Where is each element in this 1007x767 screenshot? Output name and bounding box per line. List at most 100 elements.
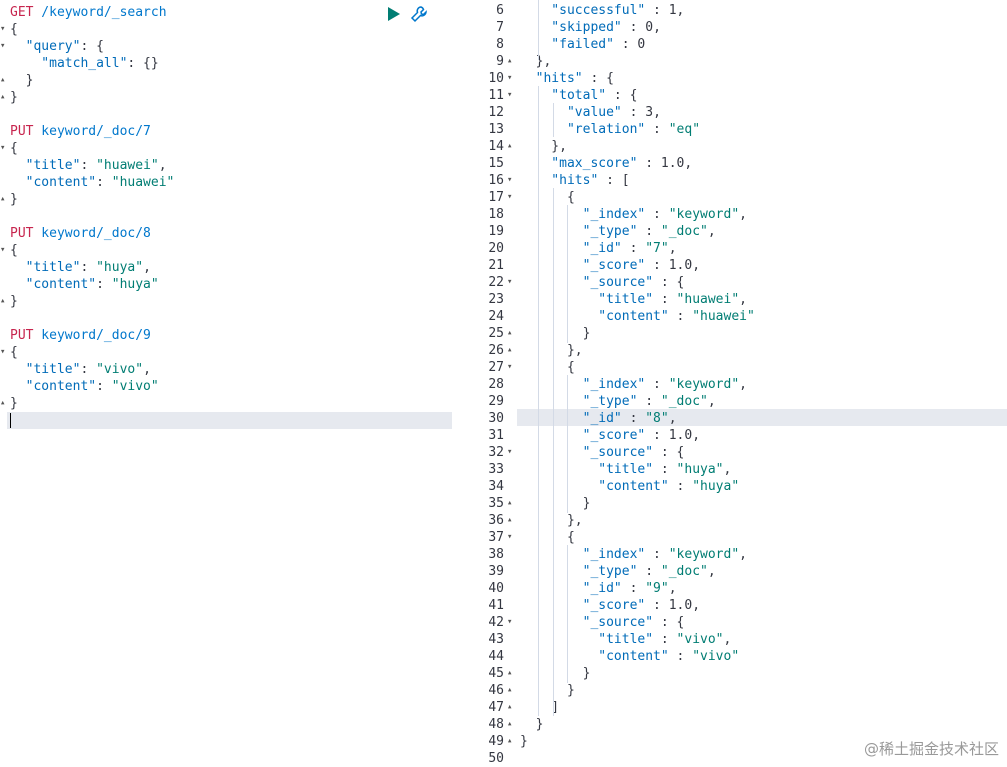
code-token: ,	[707, 394, 716, 409]
line-number: 7	[496, 20, 504, 35]
code-token: :	[96, 277, 112, 292]
code-token: }	[10, 396, 18, 411]
fold-toggle-icon[interactable]: ▴	[0, 191, 8, 208]
code-token: :	[653, 462, 677, 477]
code-token: GET	[10, 5, 34, 20]
code-token: ,	[723, 462, 732, 477]
fold-toggle-icon[interactable]: ▴	[507, 733, 515, 750]
code-token: : {	[80, 39, 104, 54]
fold-toggle-icon[interactable]: ▴	[507, 138, 515, 155]
response-editor[interactable]: 6 "successful" : 1, 7 "skipped" : 0, 8 "fa…	[467, 0, 1007, 767]
indent-guide	[553, 103, 554, 137]
fold-toggle-icon[interactable]: ▾	[507, 529, 515, 546]
code-token: 0	[645, 20, 654, 35]
fold-toggle-icon[interactable]: ▴	[0, 72, 8, 89]
code-line: "title" : "vivo",	[520, 631, 731, 648]
code-token: ,	[653, 105, 661, 120]
fold-toggle-icon[interactable]: ▾	[507, 189, 515, 206]
code-token: "total"	[520, 88, 607, 103]
line-number: 8	[496, 37, 504, 52]
code-token: :	[613, 37, 638, 52]
code-token: {	[10, 22, 18, 37]
code-line: "content" : "huawei"	[520, 308, 755, 325]
code-token: }	[10, 73, 34, 88]
text-cursor	[10, 413, 11, 428]
code-token: keyword/_doc/8	[33, 226, 151, 241]
code-token: : {	[582, 71, 614, 86]
fold-toggle-icon[interactable]: ▾	[0, 344, 8, 361]
fold-toggle-icon[interactable]: ▴	[507, 699, 515, 716]
fold-toggle-icon[interactable]: ▾	[0, 242, 8, 259]
fold-toggle-icon[interactable]: ▾	[507, 274, 515, 291]
fold-toggle-icon[interactable]: ▴	[0, 293, 8, 310]
code-token: "content"	[10, 175, 97, 190]
fold-toggle-icon[interactable]: ▴	[507, 716, 515, 733]
code-token: "huya"	[111, 277, 159, 292]
code-token: {	[10, 345, 18, 360]
fold-toggle-icon[interactable]: ▴	[507, 325, 515, 342]
pane-divider[interactable]: ⋮	[452, 0, 920, 767]
fold-toggle-icon[interactable]: ▾	[0, 21, 8, 38]
fold-toggle-icon[interactable]: ▴	[507, 53, 515, 70]
code-token: /keyword/_search	[33, 5, 167, 20]
code-token: {	[520, 360, 575, 375]
code-token: ,	[692, 258, 701, 273]
code-token: :	[645, 428, 669, 443]
code-token: },	[520, 343, 583, 358]
code-line: }	[10, 89, 18, 106]
fold-toggle-icon[interactable]: ▴	[507, 682, 515, 699]
code-token: "_doc"	[660, 224, 708, 239]
fold-toggle-icon[interactable]: ▾	[0, 140, 8, 157]
code-line: }	[520, 682, 575, 699]
fold-toggle-icon[interactable]: ▾	[507, 172, 515, 189]
code-line: {	[10, 140, 18, 157]
line-number: 43	[488, 632, 504, 647]
fold-toggle-icon[interactable]: ▴	[0, 89, 8, 106]
code-line: }	[10, 72, 34, 89]
line-number: 22	[488, 275, 504, 290]
code-token: :	[645, 258, 669, 273]
code-token: ,	[723, 632, 732, 647]
code-token: ,	[668, 241, 677, 256]
fold-toggle-icon[interactable]: ▾	[507, 444, 515, 461]
code-token: "match_all"	[10, 56, 128, 71]
code-token: "hits"	[520, 71, 583, 86]
indent-guide	[567, 545, 568, 683]
fold-toggle-icon[interactable]: ▾	[0, 38, 8, 55]
line-number: 16	[488, 173, 504, 188]
code-token: :	[645, 377, 669, 392]
line-number: 31	[488, 428, 504, 443]
fold-toggle-icon[interactable]: ▴	[0, 395, 8, 412]
fold-toggle-icon[interactable]: ▾	[507, 87, 515, 104]
code-token: },	[520, 54, 552, 69]
watermark: @稀土掘金技术社区	[863, 740, 999, 758]
line-number: 11	[488, 88, 504, 103]
line-number: 44	[488, 649, 504, 664]
fold-toggle-icon[interactable]: ▾	[507, 70, 515, 87]
code-token: }	[520, 326, 591, 341]
code-token: "huya"	[692, 479, 740, 494]
line-number: 34	[488, 479, 504, 494]
line-number: 49	[488, 734, 504, 749]
code-line: "_type" : "_doc",	[520, 223, 716, 240]
fold-toggle-icon[interactable]: ▴	[507, 665, 515, 682]
fold-toggle-icon[interactable]: ▴	[507, 342, 515, 359]
request-editor[interactable]: GET /keyword/_search ▾{▾ "query": { "matc…	[0, 0, 452, 767]
code-token: :	[96, 175, 112, 190]
line-number: 29	[488, 394, 504, 409]
code-token: "9"	[645, 581, 669, 596]
code-token: :	[645, 122, 669, 137]
code-token: ,	[739, 292, 747, 307]
fold-toggle-icon[interactable]: ▴	[507, 512, 515, 529]
code-token: :	[668, 479, 693, 494]
code-line: "_index" : "keyword",	[520, 206, 747, 223]
code-token: :	[621, 581, 646, 596]
play-icon[interactable]	[388, 7, 400, 21]
code-token: "keyword"	[668, 207, 740, 222]
wrench-icon[interactable]	[410, 5, 428, 23]
code-token: ,	[684, 156, 693, 171]
fold-toggle-icon[interactable]: ▾	[507, 359, 515, 376]
code-token: :	[653, 292, 677, 307]
fold-toggle-icon[interactable]: ▴	[507, 495, 515, 512]
fold-toggle-icon[interactable]: ▾	[507, 614, 515, 631]
